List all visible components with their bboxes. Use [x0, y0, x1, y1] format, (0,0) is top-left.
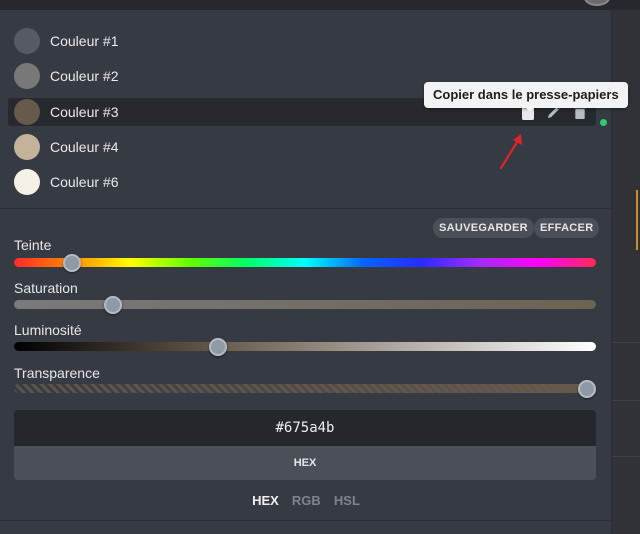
luminosity-slider[interactable]: [14, 337, 596, 356]
saturation-slider-thumb[interactable]: [103, 295, 122, 314]
hex-value-display[interactable]: #675a4b: [14, 410, 596, 446]
divider: [0, 520, 612, 521]
annotation-arrow: [499, 134, 522, 170]
save-button[interactable]: SAUVEGARDER: [433, 218, 534, 238]
avatar[interactable]: [584, 0, 610, 6]
tooltip-arrow: [524, 106, 536, 112]
luminosity-label: Luminosité: [14, 322, 82, 338]
divider: [612, 456, 640, 457]
color-mode-button[interactable]: HEX: [14, 446, 596, 480]
tab-hsl[interactable]: HSL: [334, 493, 360, 508]
color-item-6[interactable]: Couleur #6: [8, 168, 596, 196]
color-swatch: [14, 99, 40, 125]
top-bar: [0, 0, 640, 10]
divider: [612, 400, 640, 401]
color-item-label: Couleur #2: [50, 68, 119, 84]
hue-slider-thumb[interactable]: [63, 253, 82, 272]
format-tabs: HEX RGB HSL: [0, 490, 612, 509]
accent-border: [636, 190, 638, 250]
color-item-1[interactable]: Couleur #1: [8, 27, 596, 55]
hue-slider[interactable]: [14, 253, 596, 272]
divider: [612, 342, 640, 343]
color-swatch: [14, 169, 40, 195]
tab-rgb[interactable]: RGB: [292, 493, 321, 508]
color-item-label: Couleur #1: [50, 33, 119, 49]
status-dot: [600, 119, 607, 126]
color-swatch: [14, 63, 40, 89]
saturation-label: Saturation: [14, 280, 78, 296]
color-picker-panel: Couleur #1 Couleur #2 Couleur #3 Couleur…: [0, 10, 628, 534]
luminosity-slider-thumb[interactable]: [208, 337, 227, 356]
divider: [0, 208, 612, 209]
tooltip: Copier dans le presse-papiers: [424, 82, 628, 108]
color-item-label: Couleur #4: [50, 139, 119, 155]
transparency-label: Transparence: [14, 365, 100, 381]
color-swatch: [14, 134, 40, 160]
transparency-slider[interactable]: [14, 379, 596, 398]
color-swatch: [14, 28, 40, 54]
clear-button[interactable]: EFFACER: [534, 218, 600, 238]
color-item-label: Couleur #6: [50, 174, 119, 190]
color-item-label: Couleur #3: [50, 104, 119, 120]
tab-hex[interactable]: HEX: [252, 493, 279, 508]
saturation-slider[interactable]: [14, 295, 596, 314]
transparency-slider-thumb[interactable]: [578, 379, 596, 398]
saved-colors-list: Couleur #1 Couleur #2 Couleur #3 Couleur…: [0, 10, 612, 208]
hue-label: Teinte: [14, 237, 52, 253]
